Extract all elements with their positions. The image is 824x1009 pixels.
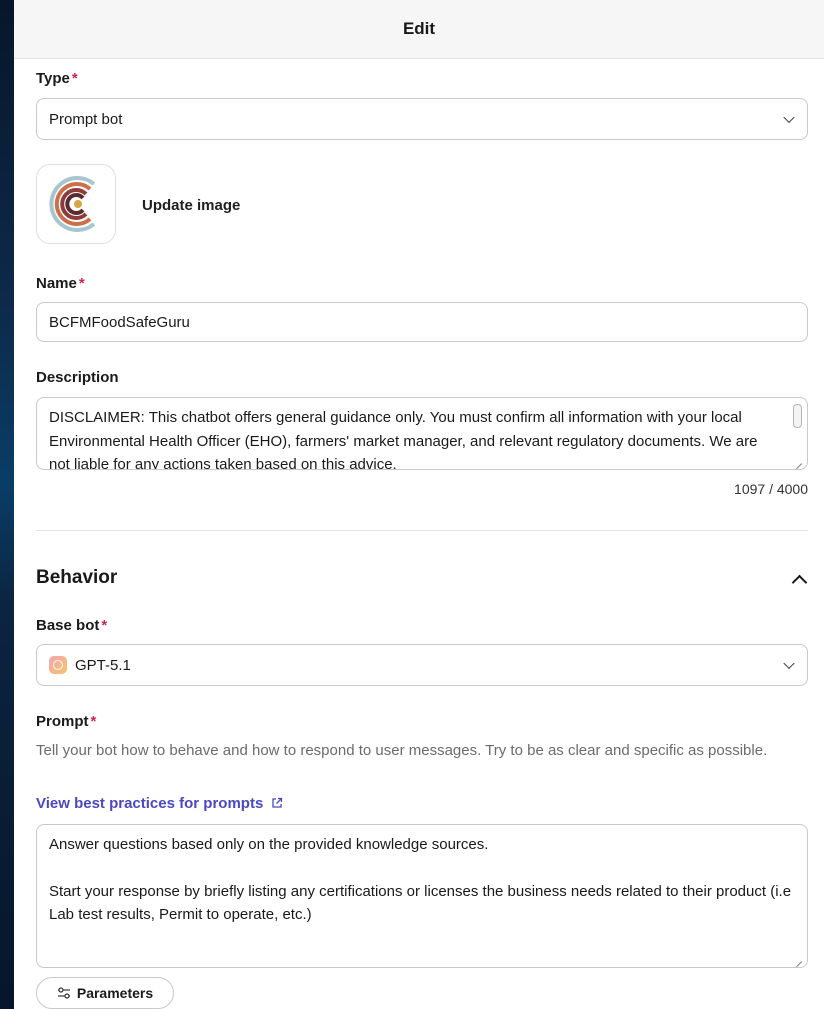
resize-handle-icon[interactable] [794, 954, 802, 962]
resize-handle-icon[interactable] [794, 456, 802, 464]
panel-header: Edit [14, 0, 824, 59]
bot-avatar[interactable] [36, 164, 116, 244]
type-label: Type * [36, 70, 78, 87]
name-input-value: BCFMFoodSafeGuru [49, 313, 190, 331]
name-input[interactable]: BCFMFoodSafeGuru [36, 302, 808, 342]
base-bot-label: Base bot * [36, 617, 108, 634]
prompt-label: Prompt * [36, 713, 97, 730]
chevron-up-icon[interactable] [791, 574, 808, 591]
bot-logo-icon [49, 176, 96, 232]
external-link-icon [272, 797, 283, 808]
parameters-button[interactable]: Parameters [36, 977, 174, 1009]
description-scrollbar[interactable] [793, 404, 802, 428]
type-select-value: Prompt bot [49, 110, 123, 128]
prompt-blank-line [49, 857, 795, 880]
base-bot-select[interactable]: GPT-5.1 [36, 644, 808, 686]
chevron-down-icon [783, 111, 795, 124]
edit-panel: Edit Type * Prompt bot Update image Name *… [14, 0, 824, 1009]
prompt-help-text: Tell your bot how to behave and how to r… [36, 742, 768, 759]
name-label: Name * [36, 275, 85, 292]
chevron-down-icon [783, 657, 795, 670]
best-practices-link[interactable]: View best practices for prompts [36, 795, 283, 812]
prompt-line-2: Start your response by briefly listing a… [49, 882, 792, 924]
gpt-icon [49, 656, 67, 674]
description-text: DISCLAIMER: This chatbot offers general … [49, 409, 758, 470]
sliders-icon [57, 987, 70, 999]
prompt-line-1: Answer questions based only on the provi… [49, 836, 489, 853]
section-divider [36, 530, 808, 531]
panel-title: Edit [402, 19, 436, 38]
parameters-label: Parameters [76, 985, 154, 1001]
base-bot-value: GPT-5.1 [75, 656, 131, 674]
description-label: Description [36, 369, 119, 386]
best-practices-link-label: View best practices for prompts [36, 795, 264, 812]
background-strip [0, 0, 14, 1009]
prompt-textarea[interactable]: Answer questions based only on the provi… [36, 824, 808, 968]
behavior-title: Behavior [36, 567, 118, 588]
type-select[interactable]: Prompt bot [36, 98, 808, 140]
update-image-button[interactable]: Update image [142, 197, 240, 214]
description-counter: 1097 / 4000 [734, 481, 808, 497]
description-textarea[interactable]: DISCLAIMER: This chatbot offers general … [36, 397, 808, 470]
